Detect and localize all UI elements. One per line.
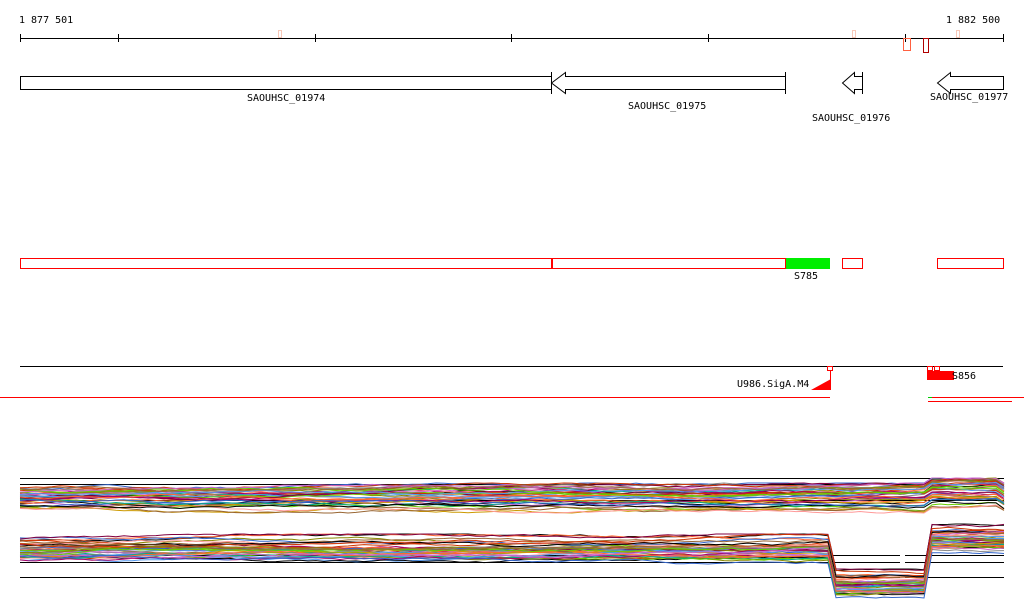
segment-label: S785 [794, 271, 818, 282]
ruler-marker [903, 38, 911, 51]
genome-browser-view: 1 877 501 1 882 500 SAOUHSC_01974 SAOUHS… [0, 0, 1024, 611]
genome-track-canvas: 1 877 501 1 882 500 SAOUHSC_01974 SAOUHS… [0, 15, 1024, 599]
ruler-marker [923, 38, 929, 53]
gene-saouhsc-01977[interactable]: SAOUHSC_01977 [930, 71, 1008, 104]
expression-profiles [19, 477, 1005, 599]
promoter-label: U986.SigA.M4 [737, 379, 809, 390]
segment-s785[interactable] [786, 258, 830, 269]
feature-label: S856 [952, 371, 976, 382]
coordinate-ruler: 1 877 501 1 882 500 [19, 15, 1004, 53]
segment[interactable] [937, 258, 1004, 269]
ruler-start-label: 1 877 501 [19, 15, 73, 26]
feature-track: U986.SigA.M4 S856 [0, 366, 1024, 402]
segment[interactable] [552, 258, 786, 269]
gene-saouhsc-01974[interactable]: SAOUHSC_01974 [20, 76, 552, 105]
feature-s856[interactable] [927, 371, 954, 380]
ruler-marker [956, 30, 960, 38]
gene-label: SAOUHSC_01975 [628, 101, 706, 112]
gene-label: SAOUHSC_01977 [930, 92, 1008, 103]
ruler-marker [278, 30, 282, 38]
promoter-u986[interactable] [811, 379, 831, 390]
gene-track: SAOUHSC_01974 SAOUHSC_01975 SAOUHSC_0197… [20, 71, 1008, 124]
segment[interactable] [842, 258, 863, 269]
ruler-end-label: 1 882 500 [946, 15, 1000, 26]
segment-track: S785 [20, 258, 1004, 282]
gene-saouhsc-01976[interactable]: SAOUHSC_01976 [812, 71, 890, 124]
gene-label: SAOUHSC_01974 [247, 93, 325, 104]
gene-saouhsc-01975[interactable]: SAOUHSC_01975 [550, 71, 786, 112]
segment[interactable] [20, 258, 552, 269]
ruler-marker [852, 30, 856, 38]
gene-label: SAOUHSC_01976 [812, 113, 890, 124]
